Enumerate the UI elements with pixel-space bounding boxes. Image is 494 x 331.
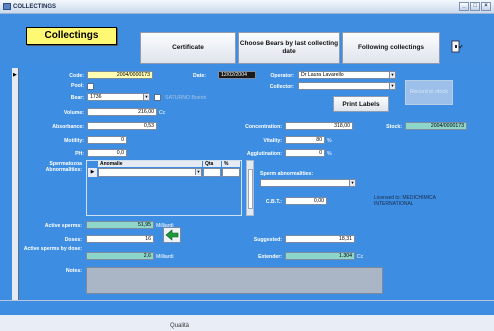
agglutination-unit: % [327, 151, 332, 157]
title-bar: COLLECTINGS _ □ × [0, 0, 494, 14]
certificate-button[interactable]: Certificate [140, 32, 236, 64]
vitality-field[interactable]: 80 [285, 136, 325, 144]
motility-label: Motility: [64, 138, 84, 144]
operator-value: Dr Laura Lavarello [301, 72, 344, 78]
volume-unit: Cc [159, 110, 166, 116]
pct-field[interactable] [222, 168, 240, 177]
abnormalities-subform: Anomalie Qta % ▶ ▼ [86, 160, 242, 216]
new-row-icon[interactable]: ▶ [88, 168, 97, 177]
cbt-field[interactable]: 0,00 [285, 197, 327, 205]
active-sperms-field: 51,95 [86, 221, 154, 229]
bear-value: 1736 [90, 94, 102, 100]
cbt-label: C.B.T.: [265, 199, 282, 205]
form-title: Collectings [26, 27, 117, 45]
sub-col-qty: Qta [203, 161, 221, 167]
chevron-down-icon[interactable]: ▼ [389, 83, 395, 89]
sperm-abnormalities-dropdown[interactable]: ▼ [260, 179, 356, 187]
doses-label: Doses: [64, 237, 82, 243]
close-icon[interactable]: × [481, 2, 491, 11]
stock-label: Stock: [386, 124, 402, 130]
form-footer: Qualità [0, 300, 494, 331]
stock-field: 2004/0000173 [405, 122, 467, 130]
doses-field[interactable]: 16 [86, 235, 154, 243]
print-labels-button[interactable]: Print Labels [333, 96, 389, 112]
record-selector[interactable]: ▶ [12, 68, 19, 300]
pool-checkbox[interactable] [87, 83, 94, 90]
license-text: Licensed to: MEDICHIMICA INTERNATIONAL [374, 195, 436, 207]
active-sperms-label: Active sperms: [44, 223, 82, 229]
window-title: COLLECTINGS [13, 4, 56, 10]
extender-label: Extender: [258, 254, 282, 260]
code-label: Code: [69, 73, 84, 79]
extender-unit: Cc [357, 254, 364, 260]
extender-field: 1.304 [285, 252, 355, 260]
subform-scrollbar[interactable] [246, 160, 254, 216]
collector-label: Collector: [269, 84, 294, 90]
date-label: Date: [193, 73, 206, 79]
sperm-abnormalities-label: Sperm abnormalities: [260, 171, 314, 177]
form-icon [3, 3, 11, 10]
bear-name: SATURNO Boerin [165, 95, 207, 101]
collectings-window: COLLECTINGS _ □ × Collectings Certificat… [0, 0, 494, 331]
absorbance-field[interactable]: 0,53 [87, 122, 157, 130]
footer-band [0, 301, 494, 315]
maximize-icon[interactable]: □ [470, 2, 480, 11]
chevron-down-icon[interactable]: ▼ [389, 72, 395, 78]
suggested-field: 18,31 [285, 235, 355, 243]
vitality-label: Vitality: [263, 138, 282, 144]
operator-dropdown[interactable]: Dr Laura Lavarello ▼ [298, 71, 396, 79]
spermatozoa-abnormalities-label: Spermatozoa Abnormalities: [45, 161, 82, 173]
minimize-icon[interactable]: _ [459, 2, 469, 11]
notes-label: Notes: [65, 268, 82, 274]
collector-dropdown[interactable]: ▼ [298, 82, 396, 90]
footer-text: Qualità [170, 323, 190, 329]
code-field[interactable]: 2004/0000173 [87, 71, 153, 79]
date-field[interactable]: 12/02/2004 [218, 71, 256, 79]
bear-label: Bear: [70, 95, 84, 101]
record-pointer-icon: ▶ [13, 72, 17, 78]
exit-icon[interactable] [451, 40, 464, 53]
chevron-down-icon[interactable]: ▼ [349, 180, 355, 186]
pool-label: Pool: [71, 83, 84, 89]
absorbance-label: Absorbance: [52, 124, 84, 130]
ph-field[interactable]: 0,0 [87, 149, 127, 157]
sub-col-anomaly: Anomalie [98, 161, 202, 167]
agglutination-label: Agglutination: [246, 151, 282, 157]
sub-col-pct: % [222, 161, 240, 167]
bear-checkbox[interactable] [154, 94, 161, 101]
active-sperms-by-dose-field: 2,6 [86, 252, 154, 260]
record-in-stock-button[interactable]: Record in stock [405, 80, 453, 105]
volume-field[interactable]: 216,00 [87, 108, 157, 116]
volume-label: Volume: [63, 110, 84, 116]
qty-field[interactable] [203, 168, 221, 177]
apply-suggested-arrow-icon[interactable] [163, 227, 181, 243]
agglutination-field[interactable]: 0 [285, 149, 325, 157]
active-sperms-by-dose-unit: Milliardi [156, 254, 174, 260]
following-collectings-button[interactable]: Following collectings [342, 32, 440, 64]
active-sperms-by-dose-label: Active sperms by dose: [23, 246, 82, 252]
notes-field[interactable] [86, 267, 383, 294]
concentration-label: Concentration: [245, 124, 282, 130]
concentration-field[interactable]: 318,00 [285, 122, 353, 130]
vitality-unit: % [327, 138, 332, 144]
choose-bears-button[interactable]: Choose Bears by last collecting date [238, 32, 340, 64]
anomaly-dropdown[interactable]: ▼ [98, 168, 202, 177]
chevron-down-icon[interactable]: ▼ [143, 94, 149, 100]
form-header: Collectings Certificate Choose Bears by … [0, 14, 494, 64]
chevron-down-icon[interactable]: ▼ [195, 169, 201, 175]
bear-dropdown[interactable]: 1736 ▼ [87, 93, 150, 101]
ph-label: PH: [75, 151, 84, 157]
operator-label: Operator: [270, 73, 294, 79]
motility-field[interactable]: 0 [87, 136, 127, 144]
suggested-label: Suggested: [253, 237, 282, 243]
